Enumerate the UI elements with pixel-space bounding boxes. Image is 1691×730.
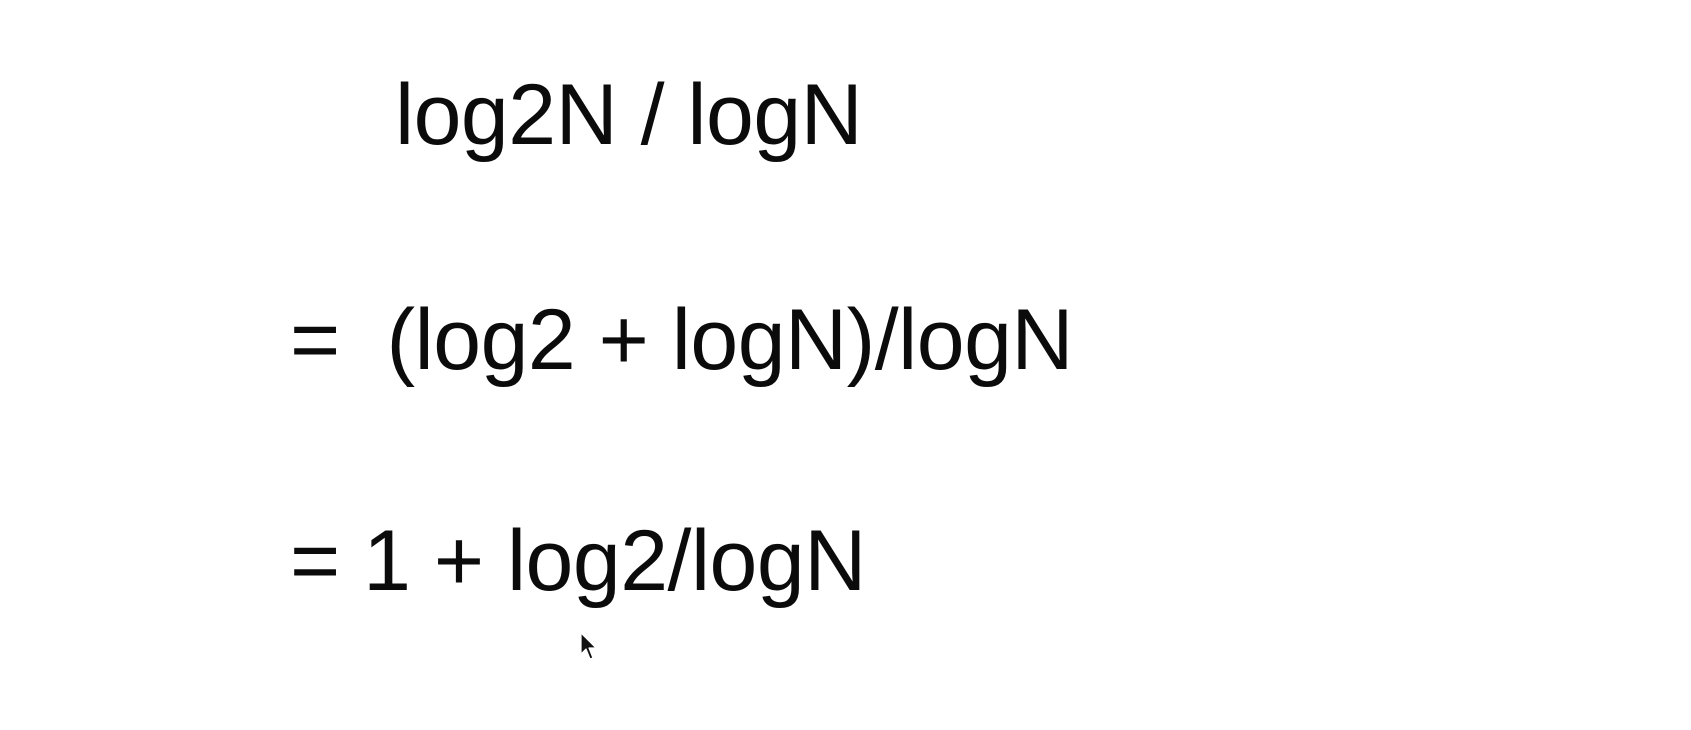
slide-canvas: log2N / logN = (log2 + logN)/logN = 1 + … <box>0 0 1691 730</box>
equation-line-2: = (log2 + logN)/logN <box>290 292 1074 388</box>
mouse-pointer-icon <box>580 632 597 660</box>
equation-line-3: = 1 + log2/logN <box>290 513 866 609</box>
equation-line-1: log2N / logN <box>395 67 863 163</box>
